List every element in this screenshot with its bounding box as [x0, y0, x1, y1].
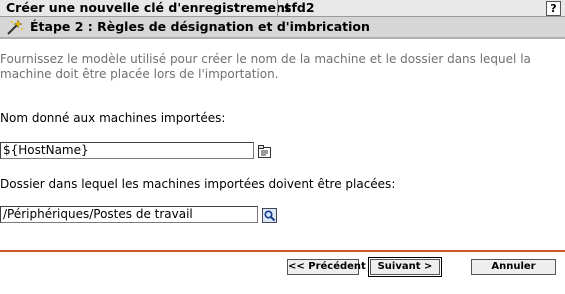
- machine-name-input[interactable]: ${HostName}: [0, 142, 254, 159]
- step-title: Étape 2 : Règles de désignation et d'imb…: [30, 19, 370, 34]
- title-bar: Créer une nouvelle clé d'enregistrement …: [0, 0, 565, 17]
- folder-path-input[interactable]: /Périphériques/Postes de travail: [0, 206, 258, 223]
- next-button[interactable]: Suivant >: [368, 257, 442, 277]
- server-name: sfd2: [284, 0, 315, 15]
- intro-text: Fournissez le modèle utilisé pour créer …: [0, 52, 531, 81]
- help-button[interactable]: ?: [546, 1, 561, 16]
- name-field-label: Nom donné aux machines importées:: [0, 111, 226, 125]
- browse-search-icon[interactable]: [262, 208, 277, 223]
- magic-wand-icon: [6, 19, 24, 35]
- folder-field-label: Dossier dans lequel les machines importé…: [0, 177, 396, 191]
- step-header: Étape 2 : Règles de désignation et d'imb…: [0, 17, 565, 39]
- cancel-button[interactable]: Annuler: [471, 259, 556, 275]
- footer-divider: [0, 250, 565, 252]
- wizard-title: Créer une nouvelle clé d'enregistrement: [6, 0, 291, 15]
- variable-picker-icon[interactable]: [257, 144, 272, 159]
- title-separator: [277, 0, 278, 16]
- previous-button[interactable]: << Précédent: [287, 259, 366, 275]
